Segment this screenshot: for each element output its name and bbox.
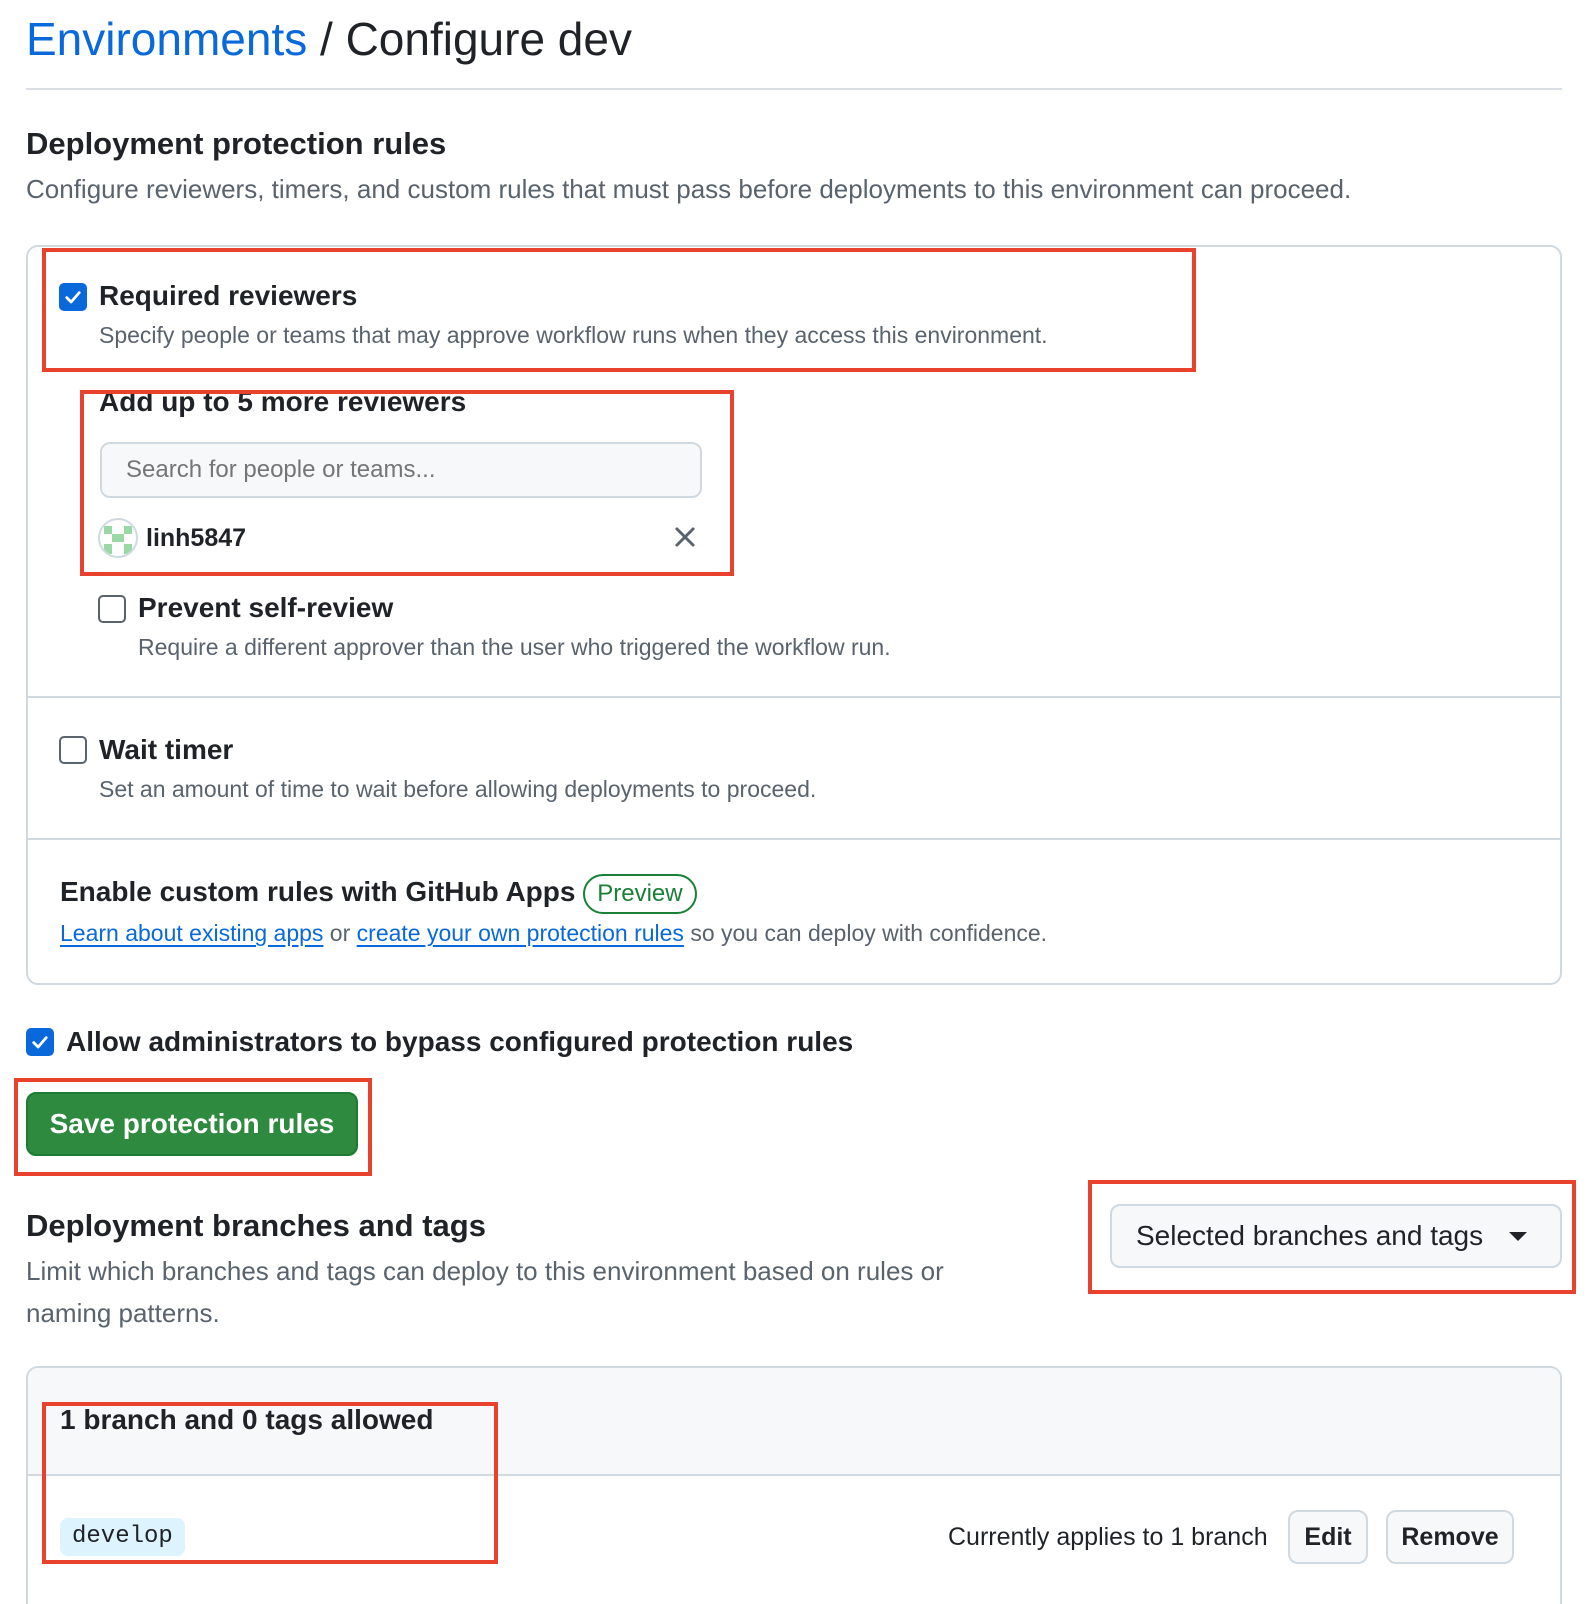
branches-description-line2: naming patterns. [26,1298,220,1328]
branches-description-line1: Limit which branches and tags can deploy… [26,1256,944,1286]
admin-bypass-checkbox[interactable] [26,1028,54,1056]
prevent-self-review-description: Require a different approver than the us… [138,634,891,660]
protection-rules-heading: Deployment protection rules [26,126,447,161]
admin-bypass-label: Allow administrators to bypass configure… [66,1026,854,1057]
remove-rule-button[interactable]: Remove [1386,1510,1514,1564]
preview-badge: Preview [583,874,697,914]
panel-divider [28,696,1560,698]
highlight-box [80,390,734,576]
wait-timer-checkbox[interactable] [59,736,87,764]
create-protection-rules-link[interactable]: create your own protection rules [357,920,684,946]
breadcrumb: Environments / Configure dev [26,10,632,68]
highlight-box [42,248,1196,372]
custom-rules-title: Enable custom rules with GitHub Apps [60,876,576,907]
prevent-self-review-label: Prevent self-review [138,592,394,623]
wait-timer-label: Wait timer [99,734,234,765]
checkmark-icon [32,1036,48,1049]
highlight-box [42,1402,498,1564]
custom-rules-suffix: so you can deploy with confidence. [683,920,1048,946]
learn-existing-apps-link[interactable]: Learn about existing apps [60,920,323,946]
prevent-self-review-checkbox[interactable] [98,595,126,623]
wait-timer-description: Set an amount of time to wait before all… [99,776,817,802]
custom-rules-or: or [323,920,357,946]
panel-divider [28,838,1560,840]
highlight-box [1088,1180,1576,1294]
edit-rule-button[interactable]: Edit [1288,1510,1368,1564]
branches-heading: Deployment branches and tags [26,1208,486,1243]
protection-rules-description: Configure reviewers, timers, and custom … [26,174,1352,204]
title-divider [26,88,1562,90]
page-title: Configure dev [345,13,632,65]
breadcrumb-separator: / [307,13,346,65]
custom-rules-label: Enable custom rules with GitHub Apps Pre… [60,874,697,914]
custom-rules-description: Learn about existing apps or create your… [60,918,1047,948]
breadcrumb-environments-link[interactable]: Environments [26,13,307,65]
environment-config-page: Environments / Configure dev Deployment … [0,0,1590,1604]
highlight-box [14,1078,372,1176]
branch-rule-applies: Currently applies to 1 branch [948,1523,1268,1551]
